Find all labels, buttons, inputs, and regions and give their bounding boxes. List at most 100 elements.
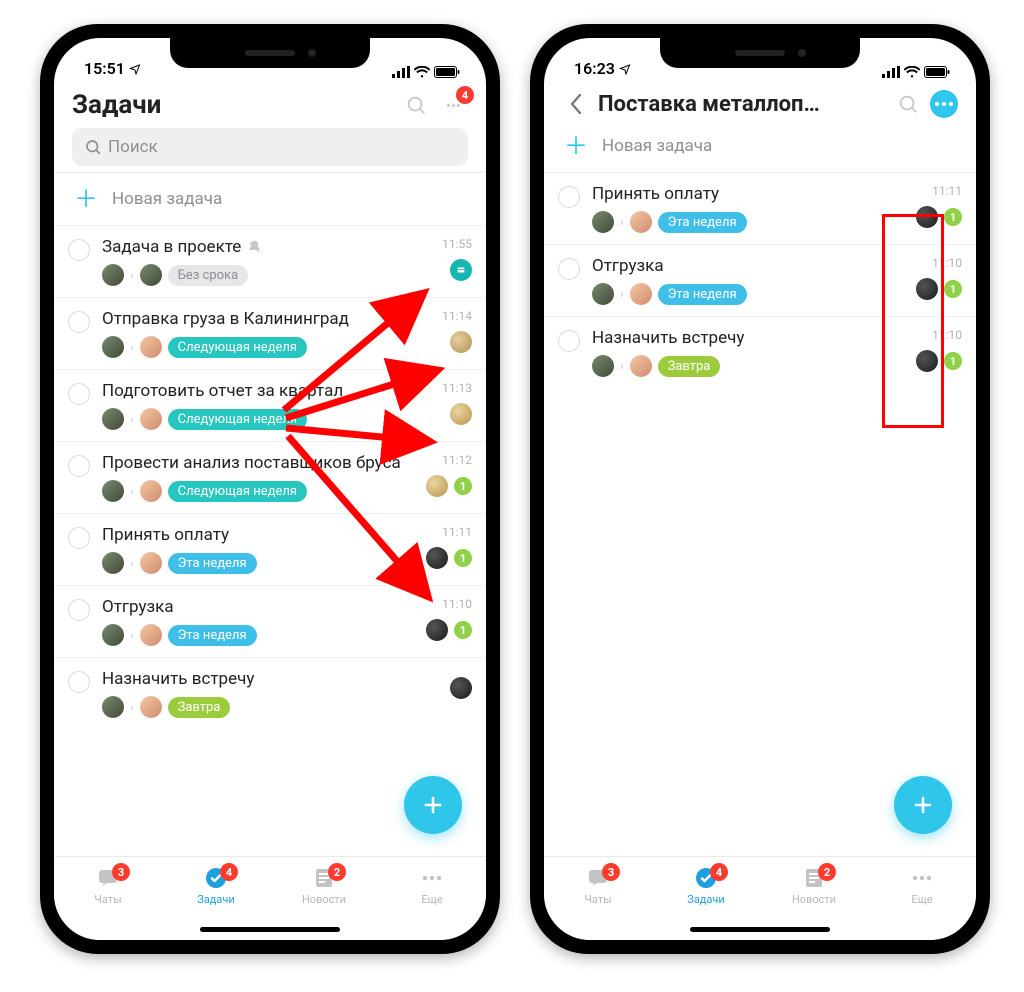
task-row[interactable]: Назначить встречу › Завтра <box>54 657 486 729</box>
due-tag: Следующая неделя <box>168 409 307 430</box>
tab-badge: 2 <box>328 863 346 881</box>
wifi-icon <box>904 66 920 78</box>
project-indicator-icon <box>450 331 472 353</box>
task-title: Отгрузка <box>592 256 664 276</box>
task-title: Принять оплату <box>592 184 719 204</box>
tab-icon <box>907 865 937 891</box>
due-tag: Завтра <box>658 356 721 377</box>
signal-icon <box>882 66 900 78</box>
task-title: Задача в проекте <box>102 237 241 257</box>
tab-badge: 2 <box>818 863 836 881</box>
task-checkbox[interactable] <box>68 239 90 261</box>
new-task-row[interactable]: ＋ Новая задача <box>544 126 976 172</box>
fab-add[interactable] <box>404 776 462 834</box>
due-tag: Эта неделя <box>168 625 257 646</box>
project-indicator-icon <box>916 278 938 300</box>
task-row[interactable]: Принять оплату › Эта неделя 11:11 1 <box>544 172 976 244</box>
avatar <box>102 336 124 358</box>
avatar <box>102 552 124 574</box>
task-list[interactable]: Принять оплату › Эта неделя 11:11 1 Отгр… <box>544 172 976 856</box>
unread-badge: 1 <box>454 549 472 567</box>
due-tag: Эта неделя <box>658 212 747 233</box>
task-title: Отправка груза в Калининград <box>102 309 349 329</box>
task-row[interactable]: Отправка груза в Калининград › Следующая… <box>54 297 486 369</box>
chevron-right-icon: › <box>130 268 134 282</box>
project-indicator-icon <box>916 350 938 372</box>
task-title: Отгрузка <box>102 597 174 617</box>
chevron-right-icon: › <box>130 628 134 642</box>
task-checkbox[interactable] <box>68 383 90 405</box>
task-row[interactable]: Отгрузка › Эта неделя 11:10 1 <box>54 585 486 657</box>
avatar <box>102 480 124 502</box>
tab-more[interactable]: Еще <box>378 865 486 940</box>
chevron-right-icon: › <box>130 556 134 570</box>
new-task-label: Новая задача <box>112 189 222 209</box>
task-list[interactable]: Задача в проекте › Без срока 11:55 Отпра… <box>54 225 486 856</box>
task-checkbox[interactable] <box>68 599 90 621</box>
tab-badge: 3 <box>112 863 130 881</box>
unread-badge: 1 <box>944 208 962 226</box>
notifications-badge: 4 <box>456 86 474 104</box>
task-checkbox[interactable] <box>68 455 90 477</box>
new-task-row[interactable]: ＋ Новая задача <box>54 173 486 225</box>
unread-badge: 1 <box>454 621 472 639</box>
task-time: 11:11 <box>442 525 472 539</box>
chevron-right-icon: › <box>620 215 624 229</box>
task-time: 11:13 <box>442 381 472 395</box>
chevron-right-icon: › <box>130 484 134 498</box>
task-time: 11:11 <box>932 184 962 198</box>
avatar <box>592 211 614 233</box>
avatar <box>140 552 162 574</box>
task-row[interactable]: Подготовить отчет за квартал › Следующая… <box>54 369 486 441</box>
tab-badge: 4 <box>220 863 238 881</box>
task-checkbox[interactable] <box>68 527 90 549</box>
search-icon[interactable] <box>894 90 922 118</box>
header: Задачи 4 <box>54 82 486 128</box>
task-row[interactable]: Задача в проекте › Без срока 11:55 <box>54 225 486 297</box>
notifications-button[interactable]: 4 <box>438 90 468 120</box>
fab-add[interactable] <box>894 776 952 834</box>
task-checkbox[interactable] <box>68 311 90 333</box>
signal-icon <box>392 66 410 78</box>
tab-more[interactable]: Еще <box>868 865 976 940</box>
task-title: Принять оплату <box>102 525 229 545</box>
chevron-right-icon: › <box>130 340 134 354</box>
due-tag: Эта неделя <box>168 553 257 574</box>
task-checkbox[interactable] <box>558 258 580 280</box>
task-row[interactable]: Назначить встречу › Завтра 11:10 1 <box>544 316 976 388</box>
search-input[interactable]: Поиск <box>72 128 468 166</box>
avatar <box>140 408 162 430</box>
task-title: Назначить встречу <box>592 328 744 348</box>
tab-chats[interactable]: 3 Чаты <box>54 865 162 940</box>
task-time: 11:10 <box>932 256 962 270</box>
task-time: 11:55 <box>442 237 472 251</box>
avatar <box>102 624 124 646</box>
project-indicator-icon <box>426 547 448 569</box>
muted-icon <box>247 240 262 255</box>
chevron-right-icon: › <box>620 359 624 373</box>
chevron-right-icon: › <box>130 412 134 426</box>
tab-label: Чаты <box>94 893 121 906</box>
location-icon <box>619 63 631 75</box>
avatar <box>592 355 614 377</box>
back-icon[interactable] <box>562 90 590 118</box>
due-tag: Эта неделя <box>658 284 747 305</box>
task-checkbox[interactable] <box>68 671 90 693</box>
due-tag: Без срока <box>168 265 249 286</box>
more-button[interactable] <box>930 90 958 118</box>
avatar <box>592 283 614 305</box>
task-checkbox[interactable] <box>558 330 580 352</box>
task-row[interactable]: Провести анализ поставщиков бруса › След… <box>54 441 486 513</box>
status-time: 15:51 <box>84 59 125 78</box>
search-icon[interactable] <box>402 91 430 119</box>
tab-badge: 4 <box>710 863 728 881</box>
avatar <box>102 408 124 430</box>
task-row[interactable]: Принять оплату › Эта неделя 11:11 1 <box>54 513 486 585</box>
battery-icon <box>434 66 460 78</box>
tab-icon <box>417 865 447 891</box>
tab-chats[interactable]: 3 Чаты <box>544 865 652 940</box>
task-checkbox[interactable] <box>558 186 580 208</box>
task-row[interactable]: Отгрузка › Эта неделя 11:10 1 <box>544 244 976 316</box>
avatar <box>140 480 162 502</box>
task-time: 11:10 <box>932 328 962 342</box>
